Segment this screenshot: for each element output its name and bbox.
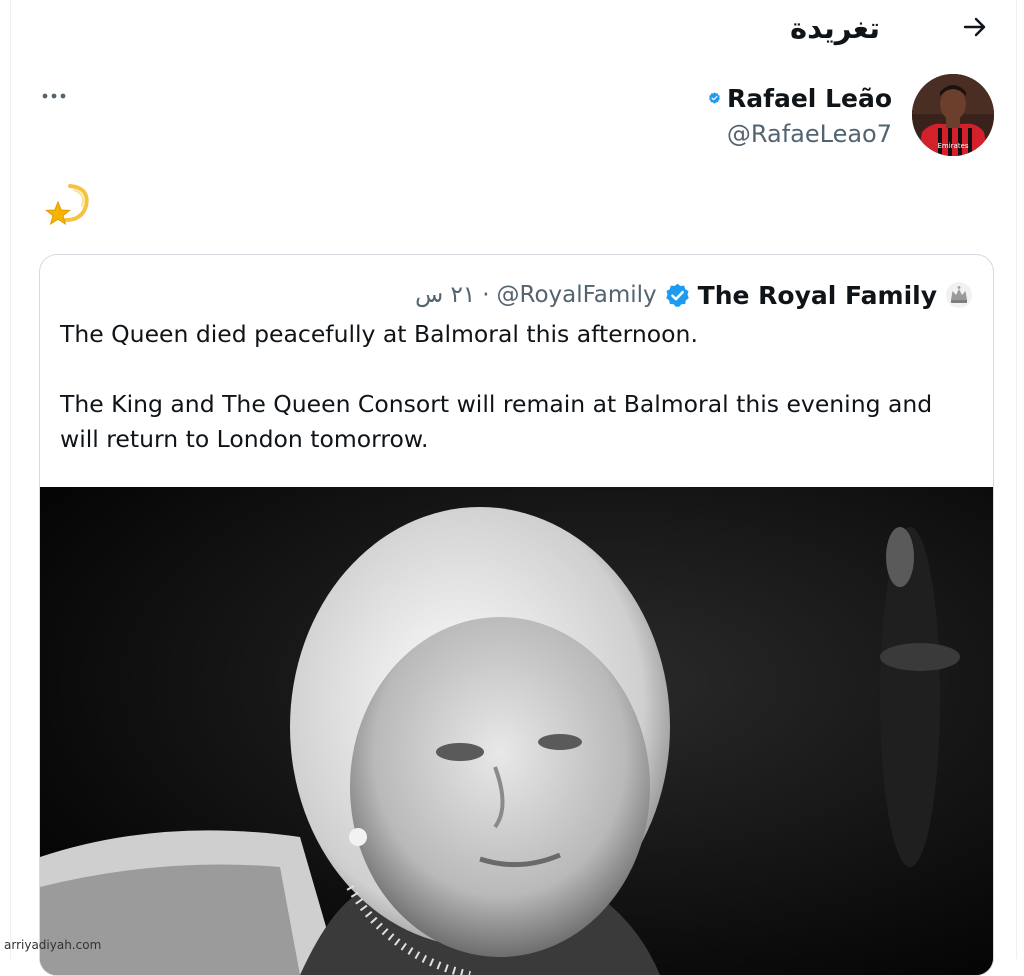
arrow-right-icon[interactable] xyxy=(960,12,990,42)
page-title: تغريدة xyxy=(790,11,881,45)
quoted-tweet-photo[interactable] xyxy=(40,487,993,975)
quoted-paragraph-1: The Queen died peacefully at Balmoral th… xyxy=(60,320,698,348)
dizzy-star-emoji-icon xyxy=(45,184,89,226)
left-frame-line xyxy=(10,0,11,959)
right-frame-line xyxy=(1016,0,1017,959)
more-dots-icon[interactable] xyxy=(38,84,72,108)
tweet-author[interactable]: Rafael Leão xyxy=(708,80,892,116)
quoted-author-name: The Royal Family xyxy=(697,280,937,310)
verified-badge-icon xyxy=(709,92,720,104)
quoted-tweet-card[interactable]: ٢١ س · @RoyalFamily The Royal Family The… xyxy=(39,254,994,976)
separator-dot: · xyxy=(482,282,490,308)
author-handle[interactable]: @RafaeLeao7 xyxy=(700,116,892,152)
photo-icon xyxy=(40,487,993,975)
author-display-name: Rafael Leão xyxy=(726,83,892,113)
svg-text:Emirates: Emirates xyxy=(937,142,968,150)
quoted-paragraph-2: The King and The Queen Consort will rema… xyxy=(60,390,933,453)
watermark: arriyadiyah.com xyxy=(4,938,102,952)
quoted-tweet-text: The Queen died peacefully at Balmoral th… xyxy=(60,317,970,457)
verified-badge-icon xyxy=(665,283,689,307)
quoted-tweet-time[interactable]: ٢١ س xyxy=(415,282,475,308)
quoted-author-handle: @RoyalFamily xyxy=(496,282,657,308)
crown-icon xyxy=(946,282,972,308)
quoted-tweet-header: ٢١ س · @RoyalFamily The Royal Family xyxy=(370,275,974,315)
avatar[interactable]: Emirates xyxy=(912,74,994,156)
